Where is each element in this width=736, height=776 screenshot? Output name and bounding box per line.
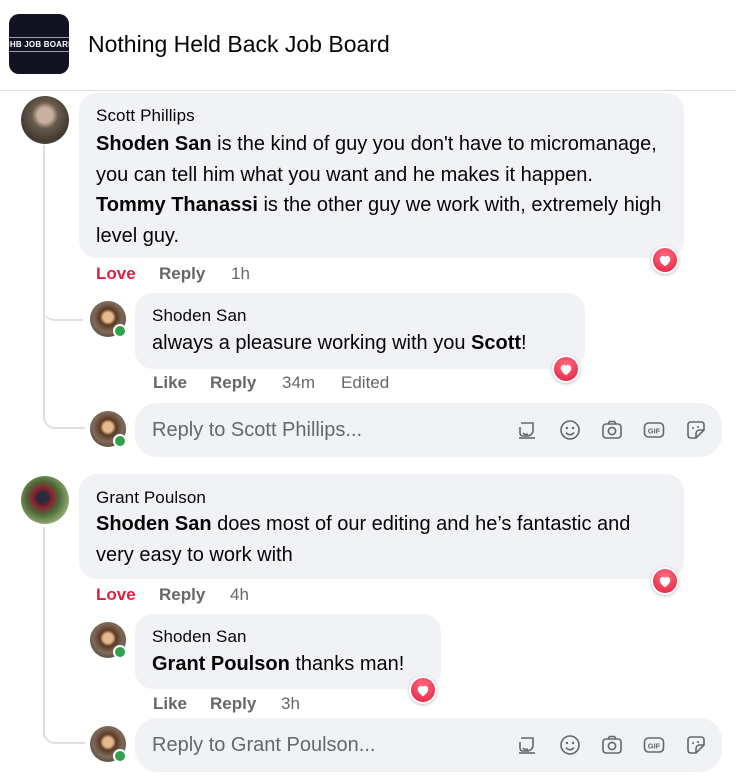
reply-input[interactable]: Reply to Grant Poulson... GIF (135, 718, 722, 772)
thread-connector (43, 720, 85, 744)
reply-bubble: Shoden San always a pleasure working wit… (135, 293, 585, 369)
thread-connector (43, 295, 83, 321)
group-header: NHB JOB BOARD Nothing Held Back Job Boar… (0, 0, 736, 91)
online-status-dot (113, 749, 127, 763)
reply-input-placeholder: Reply to Grant Poulson... (152, 734, 376, 756)
reply-author[interactable]: Shoden San (152, 306, 247, 326)
avatar-sticker-icon[interactable] (515, 418, 539, 442)
comment-text: Shoden San is the kind of guy you don't … (96, 129, 666, 251)
composer-icons: GIF (515, 733, 705, 757)
group-title[interactable]: Nothing Held Back Job Board (88, 31, 390, 58)
love-button[interactable]: Love (96, 585, 136, 605)
mention-link[interactable]: Shoden San (96, 513, 212, 535)
reply-text: Grant Poulson thanks man! (152, 649, 404, 680)
mention-link[interactable]: Tommy Thanassi (96, 194, 258, 216)
mention-link[interactable]: Grant Poulson (152, 653, 290, 675)
thread-connector (43, 405, 85, 429)
svg-text:GIF: GIF (648, 742, 661, 751)
group-logo[interactable]: NHB JOB BOARD (9, 14, 69, 74)
comment-bubble: Scott Phillips Shoden San is the kind of… (79, 93, 684, 258)
online-status-dot (113, 324, 127, 338)
reply-button[interactable]: Reply (159, 585, 205, 605)
reply-author[interactable]: Shoden San (152, 627, 247, 647)
camera-icon[interactable] (600, 418, 624, 442)
emoji-icon[interactable] (558, 733, 582, 757)
love-button[interactable]: Love (96, 264, 136, 284)
comment-author[interactable]: Grant Poulson (96, 488, 206, 508)
reply-text-segment: ! (521, 332, 527, 354)
svg-text:GIF: GIF (648, 427, 661, 436)
reaction-heart-icon[interactable] (409, 676, 437, 704)
reply-bubble: Shoden San Grant Poulson thanks man! (135, 614, 441, 689)
reaction-heart-icon[interactable] (651, 567, 679, 595)
comment-text: Shoden San does most of our editing and … (96, 509, 666, 570)
thread-line (43, 527, 45, 737)
reply-text-segment: always a pleasure working with you (152, 332, 472, 354)
like-button[interactable]: Like (153, 694, 187, 714)
comment-timestamp[interactable]: 1h (231, 264, 250, 284)
reply-timestamp[interactable]: 34m (282, 373, 315, 393)
comment-timestamp[interactable]: 4h (230, 585, 249, 605)
emoji-icon[interactable] (558, 418, 582, 442)
avatar-sticker-icon[interactable] (515, 733, 539, 757)
sticker-icon[interactable] (684, 418, 708, 442)
reaction-heart-icon[interactable] (552, 355, 580, 383)
reaction-heart-icon[interactable] (651, 246, 679, 274)
comment-bubble: Grant Poulson Shoden San does most of ou… (79, 474, 684, 579)
sticker-icon[interactable] (684, 733, 708, 757)
mention-link[interactable]: Shoden San (96, 133, 212, 155)
like-button[interactable]: Like (153, 373, 187, 393)
online-status-dot (113, 434, 127, 448)
online-status-dot (113, 645, 127, 659)
composer-icons: GIF (515, 418, 705, 442)
edited-label[interactable]: Edited (341, 373, 389, 393)
comment-author[interactable]: Scott Phillips (96, 106, 195, 126)
reply-button[interactable]: Reply (210, 694, 256, 714)
avatar[interactable] (21, 476, 69, 524)
avatar[interactable] (21, 96, 69, 144)
reply-button[interactable]: Reply (159, 264, 205, 284)
reply-button[interactable]: Reply (210, 373, 256, 393)
reply-input-placeholder: Reply to Scott Phillips... (152, 419, 363, 441)
thread-line (43, 145, 45, 405)
gif-icon[interactable]: GIF (642, 733, 666, 757)
mention-link[interactable]: Scott (471, 332, 521, 354)
reply-text: always a pleasure working with you Scott… (152, 328, 527, 359)
gif-icon[interactable]: GIF (642, 418, 666, 442)
reply-timestamp[interactable]: 3h (281, 694, 300, 714)
group-logo-text: NHB JOB BOARD (9, 36, 69, 52)
reply-input[interactable]: Reply to Scott Phillips... GIF (135, 403, 722, 457)
camera-icon[interactable] (600, 733, 624, 757)
reply-text-segment: thanks man! (289, 653, 405, 675)
